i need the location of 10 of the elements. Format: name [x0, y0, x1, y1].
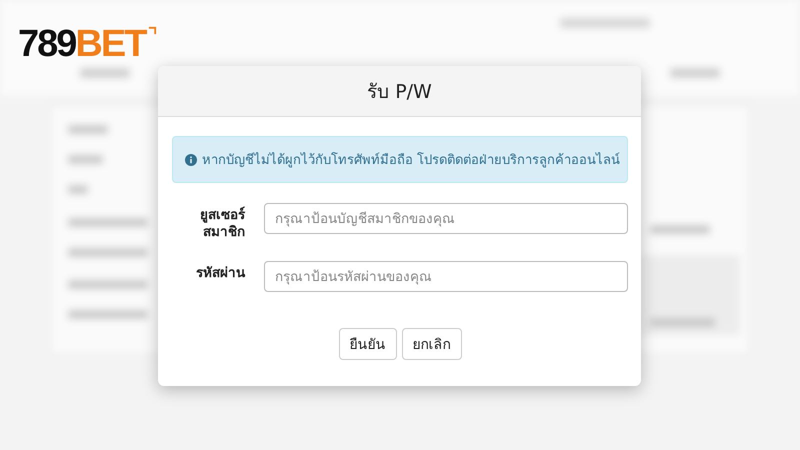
alert-message: หากบัญชีไม่ได้ผูกไว้กับโทรศัพท์มือถือ โปรดติดต่อฝ่ายบริการลูกค้าออนไลน์	[202, 151, 620, 170]
field-label: ยูสเซอร์ สมาชิก	[199, 206, 246, 241]
input-field[interactable]: กรุณาป้อนบัญชีสมาชิกของคุณ	[264, 203, 628, 234]
logo: 789BET	[18, 24, 158, 64]
info-icon	[185, 154, 197, 166]
input-field[interactable]: กรุณาป้อนรหัสผ่านของคุณ	[264, 261, 628, 292]
confirm-button[interactable]: ยืนยัน	[338, 328, 396, 360]
field-label: รหัสผ่าน	[195, 264, 246, 282]
dialog-title: รับ P/W	[367, 80, 432, 105]
cancel-button[interactable]: ยกเลิก	[402, 328, 462, 360]
